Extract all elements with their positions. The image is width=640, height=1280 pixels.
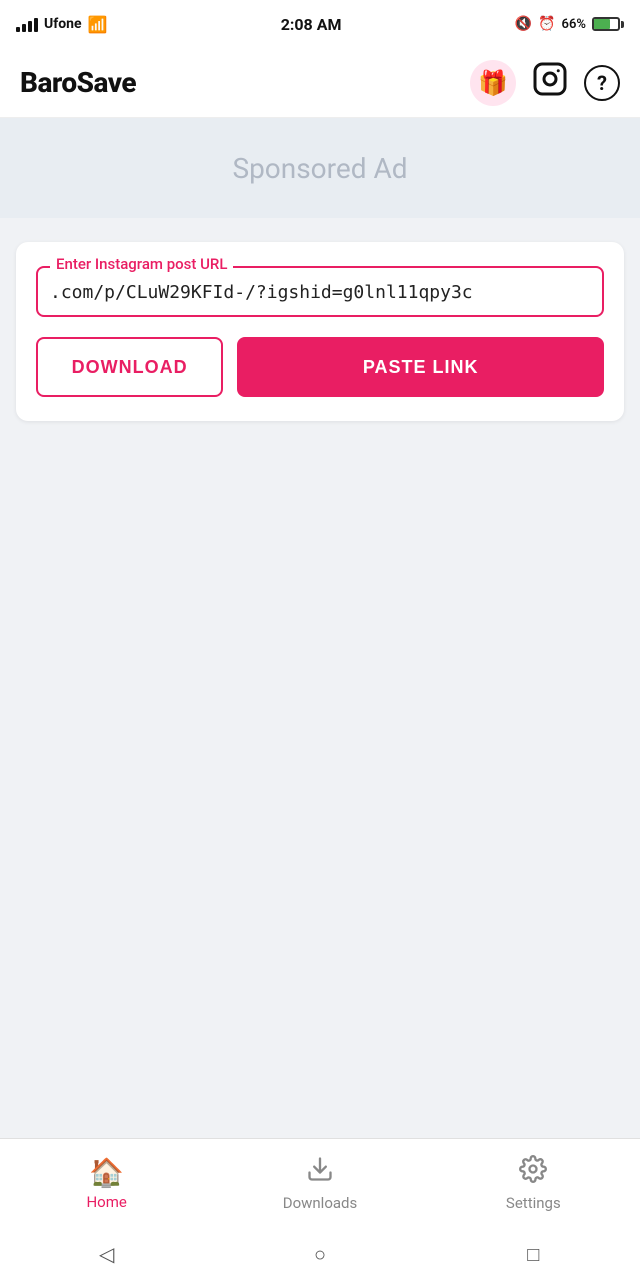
nav-item-downloads[interactable]: Downloads [213, 1147, 426, 1220]
recent-button[interactable]: □ [515, 1236, 551, 1272]
nav-item-settings[interactable]: Settings [427, 1147, 640, 1220]
wifi-icon: 📶 [88, 15, 108, 34]
app-logo: BaroSave [20, 66, 136, 99]
paste-link-button[interactable]: PASTE LINK [237, 337, 604, 397]
instagram-button[interactable] [532, 61, 568, 105]
header-icons: 🎁 ? [470, 60, 620, 106]
main-content: Enter Instagram post URL DOWNLOAD PASTE … [0, 218, 640, 1138]
home-icon: 🏠 [89, 1156, 124, 1189]
battery-percent: 66% [562, 17, 586, 32]
carrier-signal: Ufone 📶 [16, 15, 107, 34]
android-nav: ◁ ○ □ [0, 1228, 640, 1280]
home-button[interactable]: ○ [302, 1236, 338, 1272]
alarm-icon: ⏰ [538, 16, 555, 32]
downloads-icon [306, 1155, 334, 1190]
back-button[interactable]: ◁ [89, 1236, 125, 1272]
gift-button[interactable]: 🎁 [470, 60, 516, 106]
ad-banner: Sponsored Ad [0, 118, 640, 218]
home-label: Home [86, 1193, 126, 1211]
nav-item-home[interactable]: 🏠 Home [0, 1148, 213, 1219]
downloads-label: Downloads [283, 1194, 358, 1212]
settings-label: Settings [506, 1194, 561, 1212]
gift-icon: 🎁 [478, 69, 508, 97]
settings-icon [519, 1155, 547, 1190]
battery-icon [592, 17, 624, 31]
ad-text: Sponsored Ad [232, 152, 407, 185]
app-header: BaroSave 🎁 ? [0, 48, 640, 118]
download-button[interactable]: DOWNLOAD [36, 337, 223, 397]
carrier-name: Ufone [44, 16, 82, 32]
action-buttons: DOWNLOAD PASTE LINK [36, 337, 604, 397]
signal-icon [16, 16, 38, 32]
volume-icon: 🔇 [515, 16, 532, 32]
help-button[interactable]: ? [584, 65, 620, 101]
url-input[interactable] [50, 274, 590, 303]
help-icon: ? [597, 71, 607, 95]
url-card: Enter Instagram post URL DOWNLOAD PASTE … [16, 242, 624, 421]
status-time: 2:08 AM [281, 15, 342, 34]
bottom-nav: 🏠 Home Downloads Settings [0, 1138, 640, 1228]
url-input-wrapper: Enter Instagram post URL [36, 266, 604, 317]
status-bar: Ufone 📶 2:08 AM 🔇 ⏰ 66% [0, 0, 640, 48]
status-right-icons: 🔇 ⏰ 66% [515, 16, 624, 32]
url-input-label: Enter Instagram post URL [50, 255, 233, 273]
